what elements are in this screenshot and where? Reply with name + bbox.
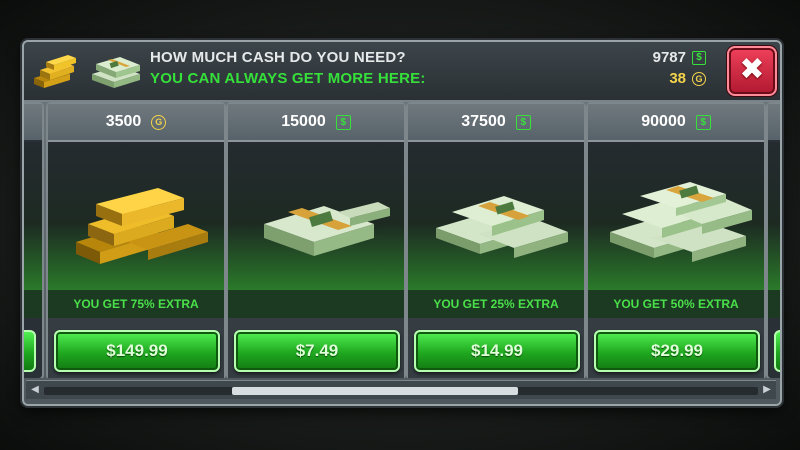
gold-currency-icon: G <box>692 71 706 86</box>
offer-price-zone: $14.99 <box>408 318 584 378</box>
offer-art <box>588 142 764 290</box>
offer-card[interactable]: 15000 $ $7.49 <box>226 102 406 378</box>
offer-card[interactable]: 90000 $ YOU GET 50% EXTRA $29.99 <box>586 102 766 378</box>
gold-bars-icon <box>34 55 76 88</box>
offer-amount-row: 90000 $ <box>588 104 764 142</box>
buy-button[interactable]: $14.99 <box>414 330 580 372</box>
offer-card-partial-left <box>24 102 44 378</box>
offer-amount: 37500 <box>461 113 506 130</box>
offer-amount: 3500 <box>105 113 142 130</box>
offer-card-partial-right <box>766 102 780 378</box>
offer-extra: YOU GET 50% EXTRA <box>588 290 764 318</box>
cash-balance: 9787 $ <box>653 49 706 66</box>
offer-amount: 15000 <box>281 113 326 130</box>
scroll-right-arrow-icon[interactable]: ▶ <box>762 385 772 395</box>
cash-balance-value: 9787 <box>652 49 686 66</box>
offer-extra <box>228 290 404 318</box>
cash-currency-icon: $ <box>695 114 711 130</box>
cash-currency-icon: $ <box>515 114 531 130</box>
shop-header: HOW MUCH CASH DO YOU NEED? YOU CAN ALWAY… <box>24 42 780 102</box>
gold-bars-icon <box>76 188 208 264</box>
shop-panel: HOW MUCH CASH DO YOU NEED? YOU CAN ALWAY… <box>22 40 782 406</box>
offer-amount-row: 3500 G <box>48 104 224 142</box>
scroll-left-arrow-icon[interactable]: ◀ <box>30 385 40 395</box>
offer-amount-row: 15000 $ <box>228 104 404 142</box>
shop-title: HOW MUCH CASH DO YOU NEED? <box>150 49 406 66</box>
offer-amount: 90000 <box>641 113 686 130</box>
close-button[interactable]: ✖ <box>727 46 777 96</box>
gold-currency-icon: G <box>151 114 167 130</box>
buy-button[interactable]: $149.99 <box>54 330 220 372</box>
offer-amount-row: 37500 $ <box>408 104 584 142</box>
buy-button[interactable]: $29.99 <box>594 330 760 372</box>
close-icon: ✖ <box>739 53 765 86</box>
scroll-track[interactable] <box>44 387 758 395</box>
cash-stack-icon <box>264 202 390 256</box>
offer-card[interactable]: 37500 $ YOU GET 25% EXTRA $14.99 <box>406 102 586 378</box>
offer-art <box>48 142 224 290</box>
cash-currency-icon: $ <box>335 114 351 130</box>
offers-carousel[interactable]: 3500 G YOU GET 75% EXTRA $149.99 15000 $… <box>24 100 780 378</box>
cash-pile-icon <box>610 182 752 262</box>
buy-button[interactable]: $7.49 <box>234 330 400 372</box>
offer-price-zone: $7.49 <box>228 318 404 378</box>
offer-extra: YOU GET 75% EXTRA <box>48 290 224 318</box>
cash-currency-icon: $ <box>692 50 706 65</box>
offer-extra: YOU GET 25% EXTRA <box>408 290 584 318</box>
cash-pile-icon <box>436 196 568 258</box>
shop-subtitle: YOU CAN ALWAYS GET MORE HERE: <box>150 70 426 87</box>
offer-price-zone: $149.99 <box>48 318 224 378</box>
horizontal-scrollbar[interactable]: ◀ ▶ <box>26 380 776 399</box>
cash-stack-icon <box>92 57 140 88</box>
gold-balance-value: 38 <box>669 70 686 87</box>
offer-art <box>408 142 584 290</box>
offer-price-zone: $29.99 <box>588 318 764 378</box>
offer-card[interactable]: 3500 G YOU GET 75% EXTRA $149.99 <box>46 102 226 378</box>
scroll-thumb[interactable] <box>232 387 518 395</box>
gold-balance: 38 G <box>669 70 706 87</box>
offer-art <box>228 142 404 290</box>
